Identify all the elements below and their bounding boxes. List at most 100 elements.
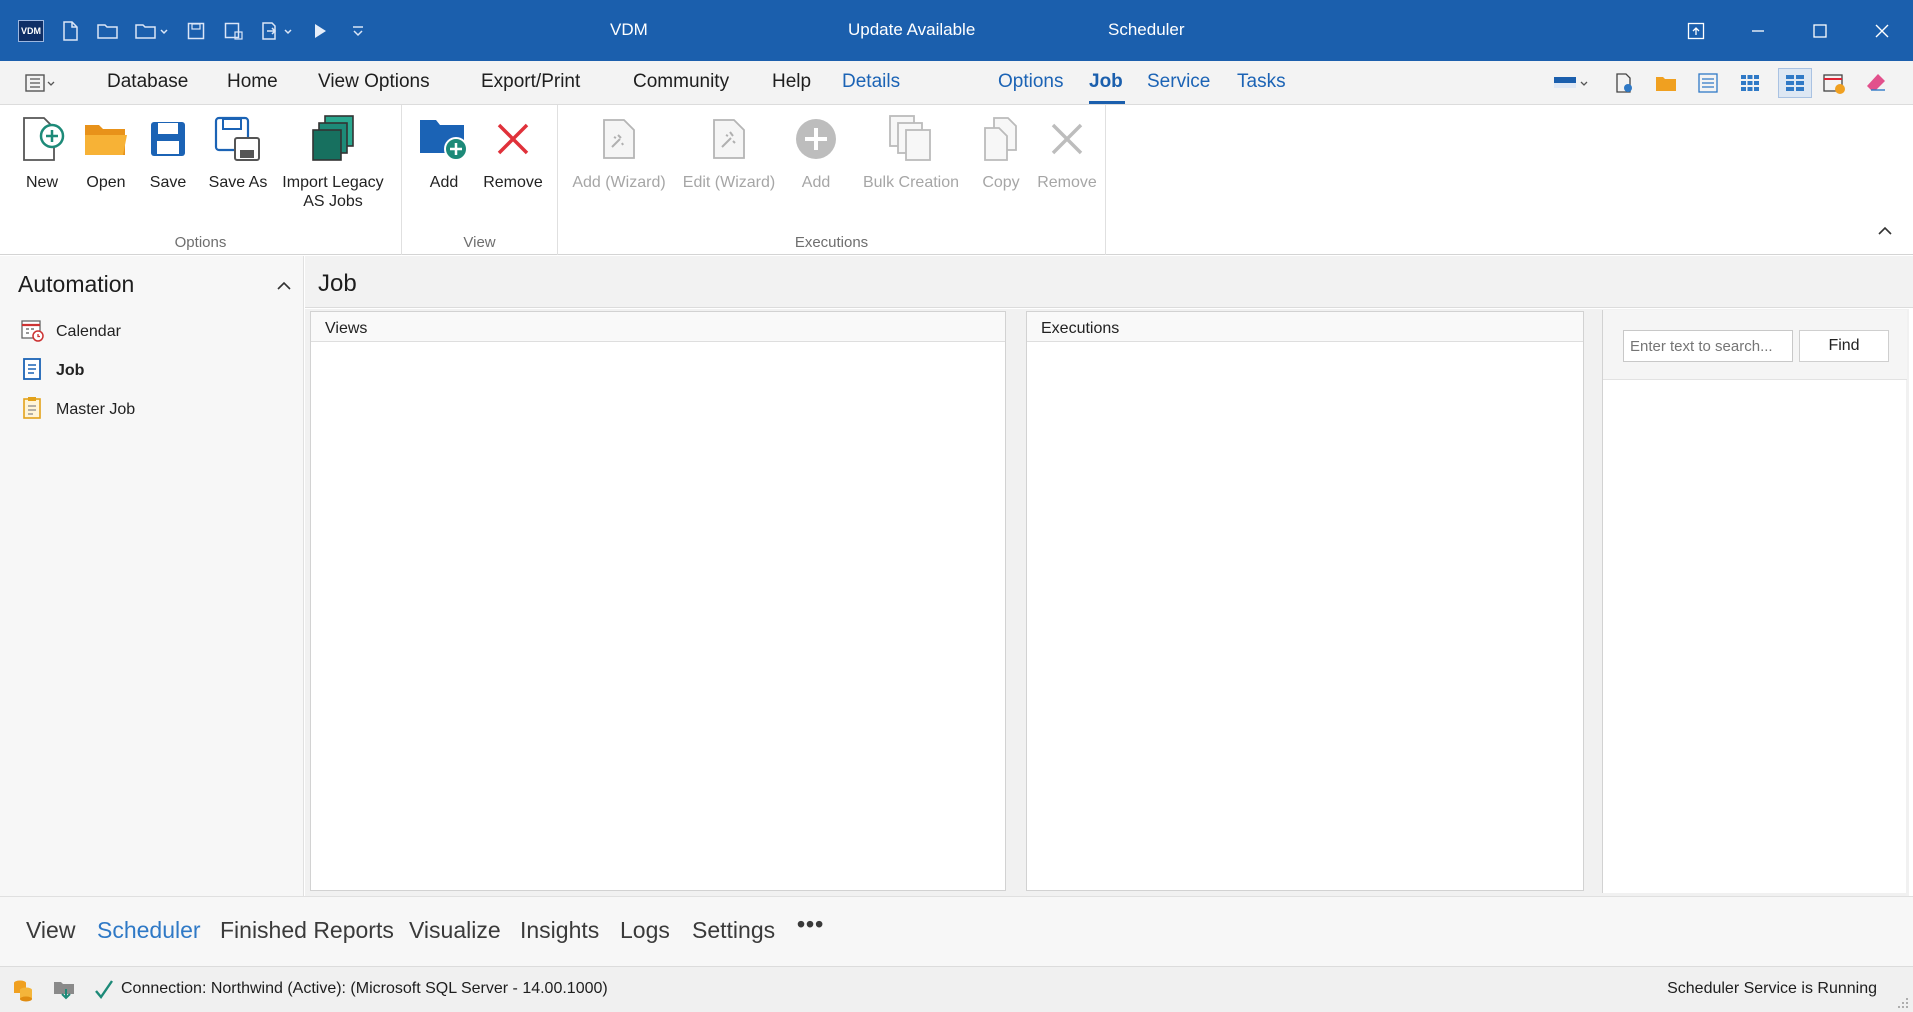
new-file-icon[interactable] (58, 19, 82, 43)
search-input[interactable] (1623, 330, 1793, 362)
quick-access-toolbar: VDM (18, 19, 370, 43)
close-icon[interactable] (1851, 0, 1913, 61)
find-button[interactable]: Find (1799, 330, 1889, 362)
page-title: Job (318, 270, 357, 297)
folder-icon[interactable] (1652, 70, 1680, 96)
master-job-icon (20, 396, 44, 425)
job-icon (20, 357, 44, 386)
title-bar: VDM VDM Update Available Scheduler (0, 0, 1913, 61)
status-bar: Connection: Northwind (Active): (Microso… (0, 966, 1913, 1012)
nav-item-calendar[interactable]: Calendar (20, 318, 121, 346)
copy-button[interactable]: Copy (968, 113, 1034, 192)
import-legacy-jobs-icon (307, 113, 359, 165)
list-view-icon[interactable] (1694, 70, 1722, 96)
views-panel[interactable]: Views (310, 311, 1006, 891)
new-button[interactable]: New (18, 113, 66, 192)
tab-database[interactable]: Database (107, 71, 188, 93)
module-title: Scheduler (1108, 20, 1185, 39)
restore-to-tray-icon[interactable] (1665, 0, 1727, 61)
ribbon-group-executions: Add (Wizard) Edit (Wizard) Add Bulk Crea… (558, 105, 1106, 255)
save-as-button[interactable]: Save As (204, 113, 272, 192)
open-recent-dropdown-icon[interactable] (134, 19, 170, 43)
search-pane: Find (1602, 310, 1907, 893)
calendar-schedule-icon[interactable] (1820, 70, 1848, 96)
service-status: Scheduler Service is Running (1667, 980, 1877, 997)
ribbon-group-options: New Open Save Save As Import Legacy AS J… (0, 105, 402, 255)
more-tabs-icon[interactable]: ••• (797, 911, 824, 938)
tab-tasks[interactable]: Tasks (1237, 71, 1286, 93)
executions-panel[interactable]: Executions (1026, 311, 1584, 891)
add-folder-icon (418, 113, 470, 165)
module-tab-view[interactable]: View (26, 917, 75, 944)
database-icon[interactable] (10, 978, 36, 1002)
content-header: Job (305, 256, 1913, 308)
tab-options[interactable]: Options (998, 71, 1063, 93)
tab-job[interactable]: Job (1089, 71, 1123, 93)
customize-qat-icon[interactable] (346, 19, 370, 43)
edit-wizard-button[interactable]: Edit (Wizard) (682, 113, 776, 192)
update-available-link[interactable]: Update Available (848, 20, 975, 40)
tab-help[interactable]: Help (772, 71, 811, 93)
tab-service[interactable]: Service (1147, 71, 1210, 93)
view-remove-button[interactable]: Remove (480, 113, 546, 192)
page-settings-icon[interactable] (1610, 70, 1638, 96)
module-tab-insights[interactable]: Insights (520, 917, 599, 944)
tile-view-icon[interactable] (1778, 68, 1812, 98)
tab-community[interactable]: Community (633, 71, 729, 93)
collapse-group-icon[interactable] (272, 274, 296, 298)
connection-ok-checkmark-icon (91, 978, 117, 1002)
open-folder-icon (80, 113, 132, 165)
save-icon[interactable] (184, 19, 208, 43)
maximize-icon[interactable] (1789, 0, 1851, 61)
module-tab-settings[interactable]: Settings (692, 917, 775, 944)
save-button[interactable]: Save (144, 113, 192, 192)
wizard-add-icon (593, 113, 645, 165)
folder-download-icon[interactable] (52, 978, 78, 1002)
module-tab-visualize[interactable]: Visualize (409, 917, 501, 944)
minimize-icon[interactable] (1727, 0, 1789, 61)
import-legacy-as-jobs-button[interactable]: Import Legacy AS Jobs (276, 113, 390, 211)
eraser-icon[interactable] (1862, 70, 1890, 96)
active-tab-indicator (1089, 101, 1125, 104)
tab-details[interactable]: Details (842, 71, 900, 93)
views-panel-header: Views (311, 312, 1005, 342)
window-controls (1665, 0, 1913, 61)
export-dropdown-icon[interactable] (260, 19, 294, 43)
add-circle-icon (790, 113, 842, 165)
nav-item-master-job[interactable]: Master Job (20, 396, 135, 424)
run-icon[interactable] (308, 19, 332, 43)
open-folder-icon[interactable] (96, 19, 120, 43)
module-tab-logs[interactable]: Logs (620, 917, 670, 944)
ribbon-tab-bar: Database Home View Options Export/Print … (0, 61, 1913, 105)
tab-view-options[interactable]: View Options (318, 71, 430, 93)
grid-view-icon[interactable] (1736, 70, 1764, 96)
module-tabs: View Scheduler Finished Reports Visualiz… (0, 896, 1913, 966)
save-icon (142, 113, 194, 165)
app-title: VDM (610, 20, 648, 39)
navigation-pane: Automation Calendar Job Master Job (0, 256, 304, 896)
tab-home[interactable]: Home (227, 71, 278, 93)
calendar-icon (20, 318, 44, 347)
app-menu-icon[interactable] (24, 70, 58, 96)
ribbon-group-label: Options (174, 234, 227, 251)
open-button[interactable]: Open (82, 113, 130, 192)
tab-export-print[interactable]: Export/Print (481, 71, 580, 93)
module-tab-scheduler[interactable]: Scheduler (97, 917, 201, 944)
execution-remove-button[interactable]: Remove (1034, 113, 1100, 192)
module-tab-finished-reports[interactable]: Finished Reports (220, 917, 394, 944)
save-as-icon[interactable] (222, 19, 246, 43)
execution-add-button[interactable]: Add (790, 113, 842, 192)
resize-grip-icon[interactable] (1897, 996, 1909, 1008)
nav-item-job[interactable]: Job (20, 357, 84, 385)
view-add-button[interactable]: Add (416, 113, 472, 192)
remove-x-icon (487, 113, 539, 165)
ribbon: New Open Save Save As Import Legacy AS J… (0, 105, 1913, 255)
wizard-edit-icon (703, 113, 755, 165)
add-wizard-button[interactable]: Add (Wizard) (572, 113, 666, 192)
ribbon-group-view: Add Remove View (402, 105, 558, 255)
collapse-ribbon-icon[interactable] (1875, 221, 1895, 241)
theme-color-dropdown-icon[interactable] (1552, 70, 1592, 96)
bulk-creation-icon (885, 113, 937, 165)
bulk-creation-button[interactable]: Bulk Creation (856, 113, 966, 192)
connection-status: Connection: Northwind (Active): (Microso… (121, 980, 608, 997)
